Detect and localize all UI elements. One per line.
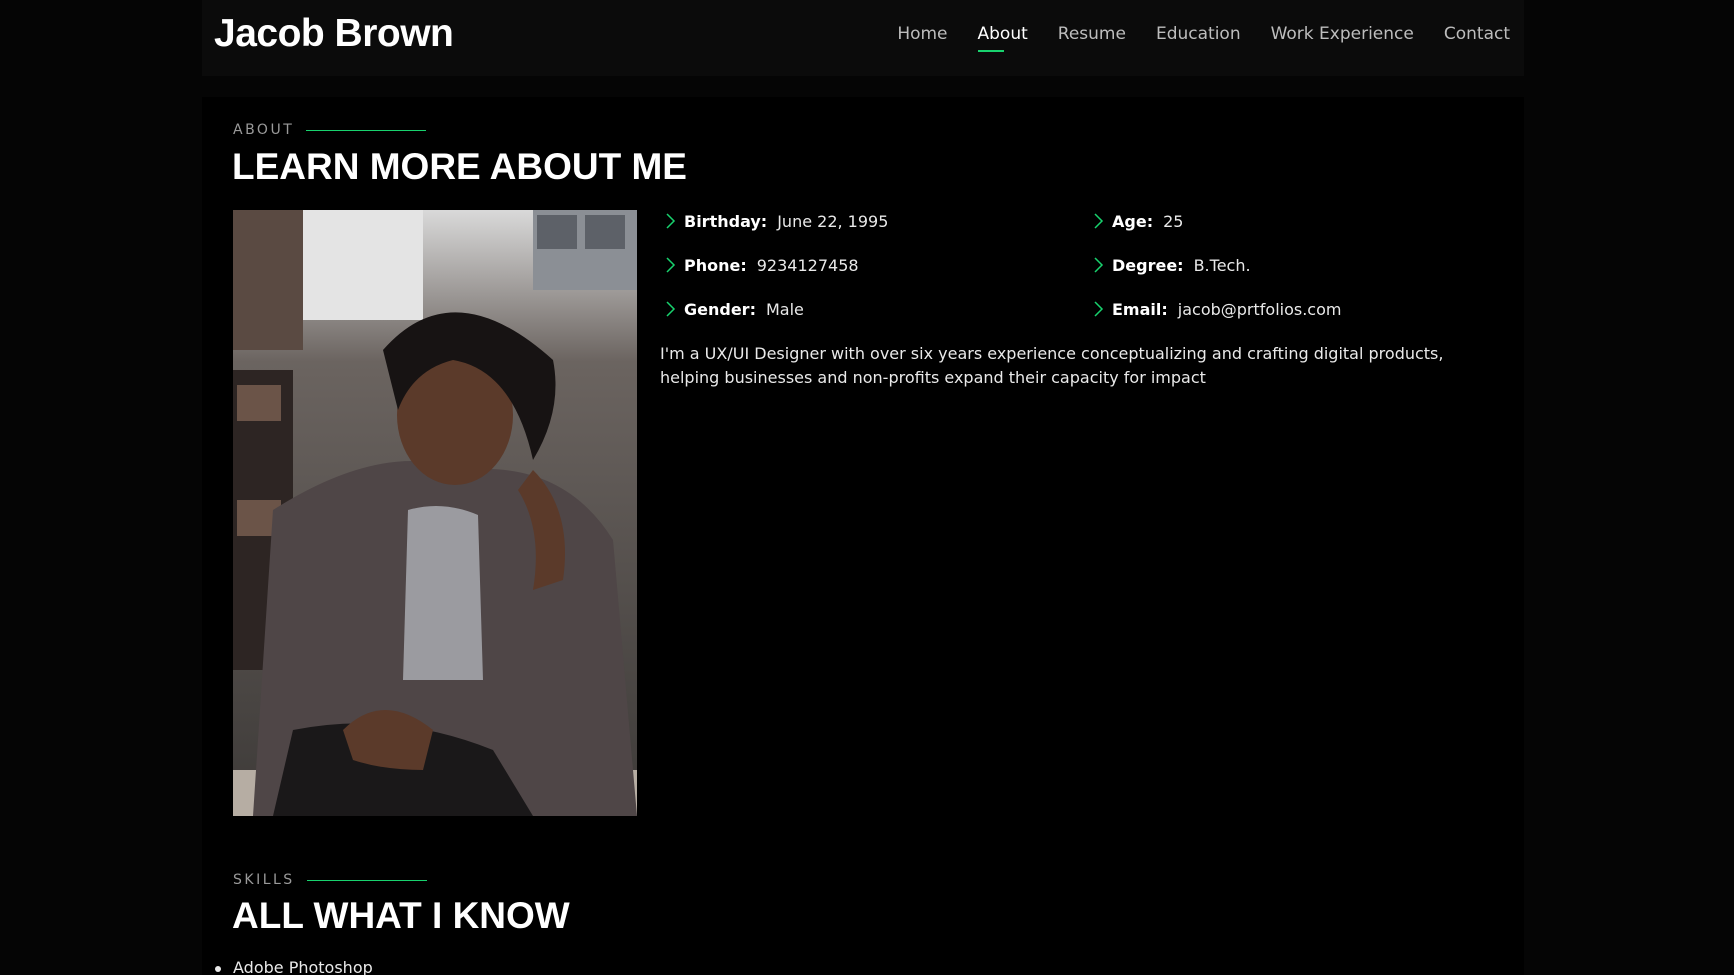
about-label-text: ABOUT	[233, 122, 295, 138]
about-details: Birthday: June 22, 1995 Age: 25 Phone: 9…	[660, 210, 1516, 320]
detail-key: Age:	[1112, 211, 1154, 231]
profile-photo-image	[233, 210, 637, 816]
detail-value: B.Tech.	[1193, 255, 1251, 275]
nav-about[interactable]: About	[977, 24, 1028, 52]
detail-value: June 22, 1995	[777, 211, 889, 231]
chevron-right-icon	[666, 213, 676, 229]
detail-key: Phone:	[684, 255, 747, 275]
detail-phone: Phone: 9234127458	[660, 254, 1088, 276]
detail-value: 9234127458	[756, 255, 859, 275]
main-nav: Home About Resume Education Work Experie…	[897, 24, 1510, 52]
about-label-line	[306, 129, 427, 131]
nav-home[interactable]: Home	[897, 24, 947, 52]
detail-degree: Degree: B.Tech.	[1088, 254, 1516, 276]
about-section-label: ABOUT	[233, 122, 427, 138]
detail-key: Degree:	[1112, 255, 1184, 275]
nav-education[interactable]: Education	[1156, 24, 1241, 52]
detail-key: Gender:	[684, 299, 756, 319]
chevron-right-icon	[1094, 213, 1104, 229]
detail-key: Birthday:	[684, 211, 768, 231]
detail-birthday: Birthday: June 22, 1995	[660, 210, 1088, 232]
skills-label-line	[306, 879, 427, 881]
bullet-icon	[215, 966, 221, 972]
skills-label-text: SKILLS	[233, 872, 295, 888]
top-bar: Jacob Brown Home About Resume Education …	[0, 0, 1734, 76]
detail-key: Email:	[1112, 299, 1168, 319]
detail-email: Email: jacob@prtfolios.com	[1088, 298, 1516, 320]
nav-work-experience[interactable]: Work Experience	[1271, 24, 1414, 52]
skills-list: Adobe Photoshop	[215, 958, 373, 975]
nav-resume[interactable]: Resume	[1058, 24, 1126, 52]
detail-value: 25	[1163, 211, 1184, 231]
skill-item: Adobe Photoshop	[233, 958, 373, 975]
site-logo[interactable]: Jacob Brown	[214, 12, 454, 56]
chevron-right-icon	[666, 257, 676, 273]
profile-photo	[233, 210, 637, 816]
detail-age: Age: 25	[1088, 210, 1516, 232]
detail-gender: Gender: Male	[660, 298, 1088, 320]
chevron-right-icon	[1094, 257, 1104, 273]
about-title: LEARN MORE ABOUT ME	[232, 146, 687, 187]
about-bio: I'm a UX/UI Designer with over six years…	[660, 344, 1444, 387]
skills-section-label: SKILLS	[233, 872, 427, 888]
nav-contact[interactable]: Contact	[1444, 24, 1510, 52]
chevron-right-icon	[666, 301, 676, 317]
chevron-right-icon	[1094, 301, 1104, 317]
detail-value: jacob@prtfolios.com	[1177, 299, 1342, 319]
detail-value: Male	[765, 299, 804, 319]
skills-title: ALL WHAT I KNOW	[232, 895, 570, 936]
